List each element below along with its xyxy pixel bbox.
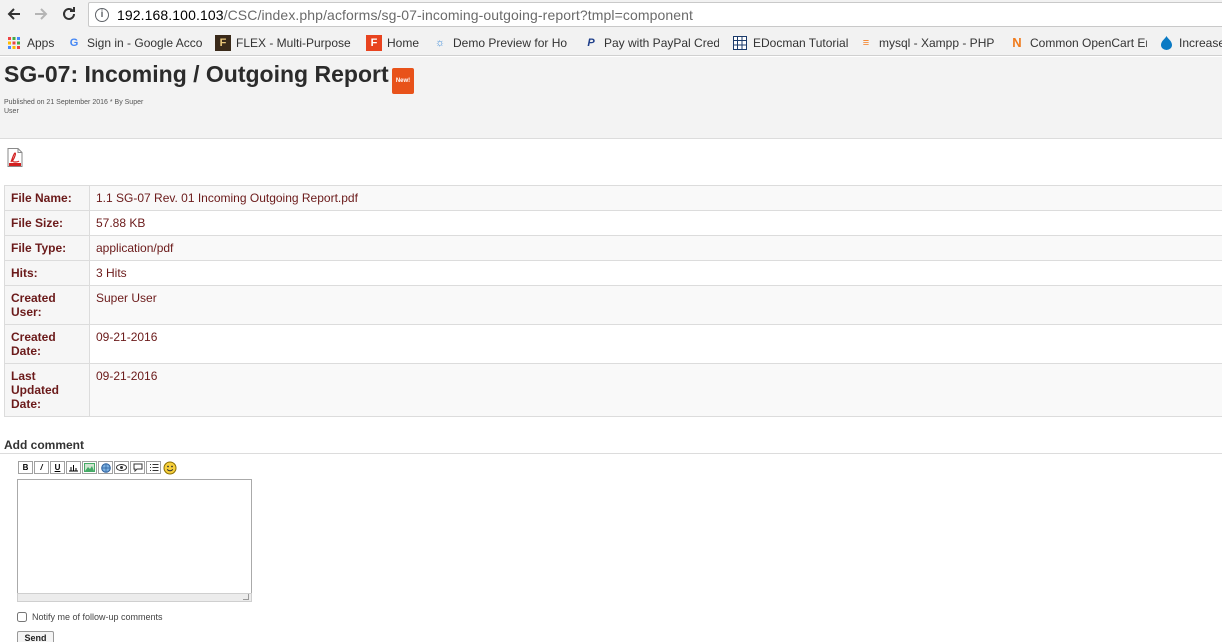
new-badge: New! <box>392 68 414 94</box>
created-date-label: Created Date: <box>4 324 90 364</box>
resize-grip-icon[interactable] <box>243 594 249 600</box>
stackoverflow-icon: ≡ <box>862 36 870 49</box>
bookmark-home[interactable]: F Home <box>366 34 419 51</box>
address-bar[interactable]: i 192.168.100.103/CSC/index.php/acforms/… <box>88 2 1222 27</box>
reload-icon[interactable] <box>59 4 79 24</box>
textarea-resize-handle[interactable] <box>17 593 252 602</box>
file-name-value: 1.1 SG-07 Rev. 01 Incoming Outgoing Repo… <box>89 185 1222 211</box>
paypal-icon: P <box>587 36 595 49</box>
comment-textarea[interactable] <box>17 479 252 594</box>
last-updated-date-value: 09-21-2016 <box>89 363 1222 417</box>
page-title: SG-07: Incoming / Outgoing Report <box>4 61 389 87</box>
bookmark-flex[interactable]: F FLEX - Multi-Purpose <box>215 34 351 51</box>
info-icon[interactable]: i <box>95 8 109 22</box>
hits-value: 3 Hits <box>89 260 1222 286</box>
image-icon[interactable] <box>82 461 97 474</box>
hits-label: Hits: <box>4 260 90 286</box>
file-details-table: File Name: 1.1 SG-07 Rev. 01 Incoming Ou… <box>4 185 1222 417</box>
created-user-value: Super User <box>89 285 1222 325</box>
add-comment-heading: Add comment <box>4 438 85 452</box>
published-info: Published on 21 September 2016 * By Supe… <box>4 99 144 115</box>
file-size-label: File Size: <box>4 210 90 236</box>
bookmark-paypal[interactable]: P Pay with PayPal Credit <box>583 34 719 51</box>
edocman-icon <box>732 35 748 51</box>
underline-icon[interactable]: U <box>50 461 65 474</box>
bookmark-apps[interactable]: Apps <box>6 34 54 51</box>
bookmark-google-signin[interactable]: G Sign in - Google Acco <box>66 34 204 51</box>
notify-checkbox[interactable] <box>17 612 27 622</box>
demo-preview-icon: ☼ <box>434 36 446 49</box>
home-shield-icon: F <box>366 34 382 51</box>
bookmark-mysql[interactable]: ≡ mysql - Xampp - PHP <box>858 34 998 51</box>
bold-icon[interactable]: B <box>18 461 33 474</box>
table-row: Created User: Super User <box>4 285 1222 325</box>
table-row: File Name: 1.1 SG-07 Rev. 01 Incoming Ou… <box>4 185 1222 211</box>
divider <box>0 453 1222 454</box>
bookmark-edocman[interactable]: EDocman Tutorial <box>732 34 848 51</box>
apps-grid-icon <box>6 35 22 51</box>
link-globe-icon[interactable] <box>98 461 113 474</box>
flex-theme-icon: F <box>215 34 231 51</box>
italic-icon[interactable]: / <box>34 461 49 474</box>
created-user-label: Created User: <box>4 285 90 325</box>
browser-toolbar: i 192.168.100.103/CSC/index.php/acforms/… <box>0 0 1222 29</box>
bookmarks-bar: Apps G Sign in - Google Acco F FLEX - Mu… <box>0 29 1222 56</box>
strikethrough-icon[interactable] <box>66 461 81 474</box>
pdf-file-icon[interactable] <box>7 148 23 167</box>
notify-followup[interactable]: Notify me of follow-up comments <box>17 612 163 622</box>
table-row: Hits: 3 Hits <box>4 260 1222 286</box>
bookmark-opencart[interactable]: N Common OpenCart Er <box>1009 34 1147 51</box>
notify-label: Notify me of follow-up comments <box>32 612 163 622</box>
comment-editor-toolbar: B / U <box>18 461 177 475</box>
bookmark-demo-preview[interactable]: ☼ Demo Preview for Ho <box>432 34 580 51</box>
file-type-value: application/pdf <box>89 235 1222 261</box>
table-row: Last Updated Date: 09-21-2016 <box>4 363 1222 417</box>
table-row: File Type: application/pdf <box>4 235 1222 261</box>
back-icon[interactable] <box>4 4 24 24</box>
table-row: Created Date: 09-21-2016 <box>4 324 1222 364</box>
article-header: SG-07: Incoming / Outgoing Report New! P… <box>0 57 1222 139</box>
quote-icon[interactable] <box>130 461 145 474</box>
send-button[interactable]: Send <box>17 631 54 642</box>
bookmark-increase[interactable]: Increase <box>1158 34 1222 51</box>
list-icon[interactable] <box>146 461 161 474</box>
table-row: File Size: 57.88 KB <box>4 210 1222 236</box>
google-icon: G <box>69 36 79 49</box>
drupal-icon <box>1158 35 1174 51</box>
last-updated-date-label: Last Updated Date: <box>4 363 90 417</box>
smiley-icon[interactable] <box>162 461 177 474</box>
forward-icon[interactable] <box>31 4 51 24</box>
file-size-value: 57.88 KB <box>89 210 1222 236</box>
file-type-label: File Type: <box>4 235 90 261</box>
url-text: 192.168.100.103/CSC/index.php/acforms/sg… <box>117 7 694 23</box>
created-date-value: 09-21-2016 <box>89 324 1222 364</box>
eye-icon[interactable] <box>114 461 129 474</box>
opencart-icon: N <box>1012 35 1022 50</box>
file-name-label: File Name: <box>4 185 90 211</box>
